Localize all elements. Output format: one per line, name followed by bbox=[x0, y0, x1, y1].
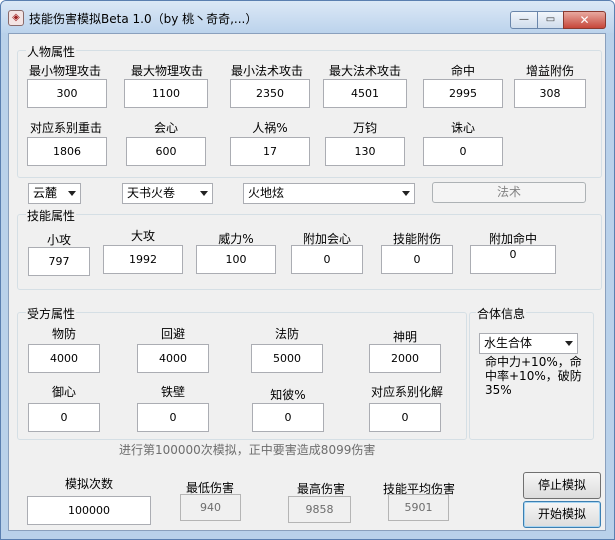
skill-extra-damage-input[interactable]: 0 bbox=[381, 245, 453, 274]
magic-defense-input[interactable]: 5000 bbox=[251, 344, 323, 373]
max-damage-output: 9858 bbox=[288, 496, 351, 523]
maximize-button[interactable]: ▭ bbox=[537, 11, 564, 29]
app-icon: ◈ bbox=[8, 10, 24, 26]
evasion-input[interactable]: 4000 bbox=[137, 344, 209, 373]
physical-defense-input[interactable]: 4000 bbox=[28, 344, 100, 373]
chevron-down-icon bbox=[402, 191, 410, 196]
minimize-button[interactable]: — bbox=[510, 11, 538, 29]
close-button[interactable]: ✕ bbox=[563, 11, 606, 29]
chevron-down-icon bbox=[68, 191, 76, 196]
small-attack-label: 小攻 bbox=[46, 233, 71, 247]
sim-count-input[interactable]: 100000 bbox=[27, 496, 151, 525]
client-area: 人物属性 最小物理攻击 300 最大物理攻击 1100 最小法术攻击 2350 … bbox=[8, 33, 606, 531]
zhuxin-label: 诛心 bbox=[450, 121, 475, 135]
min-physical-attack-label: 最小物理攻击 bbox=[28, 64, 101, 78]
start-simulation-button[interactable]: 开始模拟 bbox=[523, 501, 601, 528]
sect-select-value: 云麓 bbox=[33, 186, 58, 200]
small-attack-input[interactable]: 797 bbox=[28, 247, 90, 276]
combo-select[interactable]: 水生合体 bbox=[479, 333, 578, 354]
big-attack-input[interactable]: 1992 bbox=[103, 245, 183, 274]
know-enemy-label: 知彼% bbox=[270, 388, 306, 402]
element-resist-label: 对应系别化解 bbox=[370, 385, 443, 399]
critical-label: 会心 bbox=[153, 121, 178, 135]
element-resist-input[interactable]: 0 bbox=[369, 403, 441, 432]
sect-select[interactable]: 云麓 bbox=[28, 183, 81, 204]
app-window: ◈ 技能伤害模拟Beta 1.0（by 桃丶奇奇,...） — ▭ ✕ 人物属性… bbox=[0, 0, 615, 540]
combo-select-value: 水生合体 bbox=[484, 336, 533, 350]
magic-defense-label: 法防 bbox=[274, 327, 299, 341]
window-title: 技能伤害模拟Beta 1.0（by 桃丶奇奇,...） bbox=[29, 12, 258, 26]
zhuxin-input[interactable]: 0 bbox=[423, 137, 503, 166]
big-attack-label: 大攻 bbox=[130, 229, 155, 243]
status-text: 进行第100000次模拟，正中要害造成8099伤害 bbox=[119, 443, 376, 457]
min-physical-attack-input[interactable]: 300 bbox=[27, 79, 107, 108]
critical-input[interactable]: 600 bbox=[126, 137, 206, 166]
buff-extra-damage-input[interactable]: 308 bbox=[514, 79, 586, 108]
skill-select[interactable]: 火地炫 bbox=[243, 183, 415, 204]
max-damage-label: 最高伤害 bbox=[296, 482, 345, 496]
character-attributes-title: 人物属性 bbox=[26, 43, 77, 60]
element-crit-input[interactable]: 1806 bbox=[27, 137, 107, 166]
avg-damage-output: 5901 bbox=[388, 494, 449, 521]
min-magic-attack-input[interactable]: 2350 bbox=[230, 79, 310, 108]
evasion-label: 回避 bbox=[160, 327, 185, 341]
element-crit-label: 对应系别重击 bbox=[29, 121, 102, 135]
min-magic-attack-label: 最小法术攻击 bbox=[230, 64, 303, 78]
extra-critical-input[interactable]: 0 bbox=[291, 245, 363, 274]
min-damage-output: 940 bbox=[180, 494, 241, 521]
book-select[interactable]: 天书火卷 bbox=[122, 183, 213, 204]
physical-defense-label: 物防 bbox=[51, 327, 76, 341]
wanjun-label: 万钧 bbox=[352, 121, 377, 135]
hit-label: 命中 bbox=[450, 64, 475, 78]
skill-type-button[interactable]: 法术 bbox=[432, 182, 586, 203]
power-percent-input[interactable]: 100 bbox=[196, 245, 276, 274]
extra-hit-input[interactable]: 0 bbox=[470, 245, 556, 274]
title-bar[interactable]: ◈ 技能伤害模拟Beta 1.0（by 桃丶奇奇,...） — ▭ ✕ bbox=[1, 1, 614, 33]
max-magic-attack-label: 最大法术攻击 bbox=[328, 64, 401, 78]
buff-extra-damage-label: 增益附伤 bbox=[525, 64, 574, 78]
book-select-value: 天书火卷 bbox=[127, 186, 176, 200]
mind-guard-label: 御心 bbox=[51, 385, 76, 399]
max-physical-attack-input[interactable]: 1100 bbox=[124, 79, 208, 108]
combo-info-title: 合体信息 bbox=[476, 305, 527, 322]
iron-wall-label: 铁壁 bbox=[160, 385, 185, 399]
divine-input[interactable]: 2000 bbox=[369, 344, 441, 373]
skill-attributes-title: 技能属性 bbox=[26, 207, 77, 224]
combo-description: 命中力+10%，命中率+10%，破防35% bbox=[485, 355, 582, 397]
human-disaster-label: 人祸% bbox=[252, 121, 288, 135]
stop-simulation-button[interactable]: 停止模拟 bbox=[523, 472, 601, 499]
sim-count-label: 模拟次数 bbox=[64, 477, 113, 491]
skill-select-value: 火地炫 bbox=[248, 186, 285, 200]
know-enemy-input[interactable]: 0 bbox=[252, 403, 324, 432]
max-physical-attack-label: 最大物理攻击 bbox=[130, 64, 203, 78]
max-magic-attack-input[interactable]: 4501 bbox=[323, 79, 407, 108]
chevron-down-icon bbox=[565, 341, 573, 346]
target-attributes-title: 受方属性 bbox=[26, 305, 77, 322]
human-disaster-input[interactable]: 17 bbox=[230, 137, 310, 166]
wanjun-input[interactable]: 130 bbox=[325, 137, 405, 166]
hit-input[interactable]: 2995 bbox=[423, 79, 503, 108]
iron-wall-input[interactable]: 0 bbox=[137, 403, 209, 432]
mind-guard-input[interactable]: 0 bbox=[28, 403, 100, 432]
chevron-down-icon bbox=[200, 191, 208, 196]
divine-label: 神明 bbox=[392, 330, 417, 344]
